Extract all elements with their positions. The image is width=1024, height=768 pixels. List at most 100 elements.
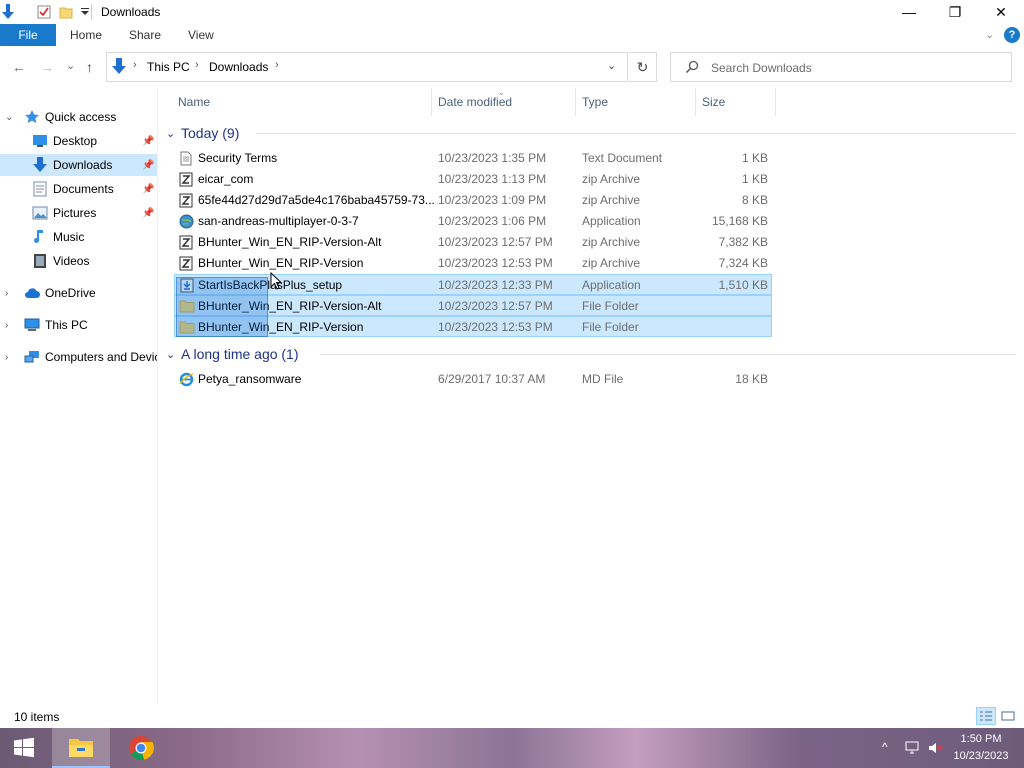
details-view-icon[interactable] (976, 707, 996, 725)
tab-file[interactable]: File (0, 24, 56, 46)
sidebar-item-documents[interactable]: Documents 📌 (0, 178, 157, 200)
sidebar-item-label: Documents (53, 182, 114, 196)
system-clock[interactable]: 1:50 PM 10/23/2023 (948, 731, 1014, 765)
file-date: 6/29/2017 10:37 AM (438, 372, 546, 386)
text-file-icon (178, 150, 194, 166)
sidebar-item-quick-access[interactable]: ⌄ Quick access (0, 106, 157, 128)
clock-time: 1:50 PM (960, 733, 1002, 745)
maximize-button[interactable]: ❐ (932, 0, 978, 24)
up-button[interactable]: ↑ (86, 59, 93, 75)
mouse-cursor-icon (270, 272, 282, 290)
sidebar-item-downloads[interactable]: Downloads 📌 (0, 154, 157, 176)
windows-start-icon[interactable] (0, 728, 48, 768)
refresh-button[interactable]: ↻ (629, 52, 657, 82)
title-bar: Downloads — ❐ ✕ (0, 0, 1024, 24)
file-name: Petya_ransomware (198, 372, 302, 386)
pin-icon: 📌 (142, 183, 155, 195)
table-row[interactable]: Security Terms 10/23/2023 1:35 PM Text D… (174, 148, 772, 169)
properties-icon[interactable] (36, 4, 52, 20)
customize-toolbar-icon[interactable] (80, 4, 90, 20)
sidebar-item-desktop[interactable]: Desktop 📌 (0, 130, 157, 152)
recent-locations-button[interactable]: ⌄ (66, 59, 75, 72)
collapse-chevron-icon[interactable]: ⌄ (5, 112, 13, 123)
sidebar-item-label: This PC (45, 318, 88, 332)
sidebar-item-pictures[interactable]: Pictures 📌 (0, 202, 157, 224)
pin-icon: 📌 (142, 135, 155, 147)
address-bar[interactable]: › This PC › Downloads › ⌄ (106, 52, 628, 82)
show-hidden-icons-button[interactable]: ^ (882, 740, 888, 754)
window-title: Downloads (101, 5, 161, 19)
network-icon (24, 349, 40, 365)
column-header-date-modified[interactable]: Date modified (432, 88, 576, 116)
chrome-taskbar-icon[interactable] (112, 728, 170, 768)
column-header-name[interactable]: Name (172, 88, 432, 116)
table-row[interactable]: 65fe44d27d29d7a5de4c176baba45759-73... 1… (174, 190, 772, 211)
table-row[interactable]: san-andreas-multiplayer-0-3-7 10/23/2023… (174, 211, 772, 232)
expand-chevron-icon[interactable]: › (5, 320, 8, 331)
breadcrumb-separator[interactable]: › (195, 59, 199, 71)
network-status-icon[interactable] (904, 741, 920, 758)
sidebar-item-computers-and-devices[interactable]: › Computers and Devices (0, 346, 157, 368)
table-row[interactable]: eicar_com 10/23/2023 1:13 PM zip Archive… (174, 169, 772, 190)
sidebar-item-videos[interactable]: Videos (0, 250, 157, 272)
pin-icon: 📌 (142, 207, 155, 219)
file-list: Name ⌄ Date modified Type Size ⌄ Today (… (160, 88, 1024, 704)
file-size: 1 KB (741, 151, 768, 165)
expand-chevron-icon[interactable]: › (5, 352, 8, 363)
expand-chevron-icon[interactable]: › (5, 288, 8, 299)
file-type: zip Archive (582, 193, 641, 207)
sidebar-item-music[interactable]: Music (0, 226, 157, 248)
tab-view[interactable]: View (188, 28, 214, 42)
sidebar-item-this-pc[interactable]: › This PC (0, 314, 157, 336)
downloads-icon (32, 157, 48, 173)
group-header-long-ago[interactable]: ⌄ A long time ago (1) (160, 343, 1016, 365)
new-folder-icon[interactable] (58, 4, 74, 20)
clock-date: 10/23/2023 (953, 750, 1009, 762)
zip-file-icon (178, 255, 194, 271)
sidebar-item-onedrive[interactable]: › OneDrive (0, 282, 157, 304)
collapse-chevron-icon[interactable]: ⌄ (166, 348, 175, 361)
address-dropdown-icon[interactable]: ⌄ (607, 59, 616, 72)
file-type: zip Archive (582, 235, 641, 249)
back-button[interactable]: ← (12, 59, 26, 75)
file-date: 10/23/2023 12:33 PM (438, 278, 553, 292)
tab-share[interactable]: Share (129, 28, 161, 42)
table-row[interactable]: BHunter_Win_EN_RIP-Version-Alt 10/23/202… (174, 232, 772, 253)
file-type: zip Archive (582, 256, 641, 270)
pin-icon: 📌 (142, 159, 155, 171)
file-type: File Folder (582, 320, 639, 334)
close-button[interactable]: ✕ (978, 0, 1024, 24)
videos-icon (32, 253, 48, 269)
expand-ribbon-icon[interactable]: ⌄ (985, 28, 994, 41)
file-type: zip Archive (582, 172, 641, 186)
group-title: A long time ago (1) (181, 346, 299, 362)
breadcrumb-this-pc[interactable]: This PC (147, 60, 190, 74)
file-type: MD File (582, 372, 624, 386)
file-name: 65fe44d27d29d7a5de4c176baba45759-73... (198, 193, 435, 207)
file-date: 10/23/2023 12:53 PM (438, 320, 553, 334)
group-header-today[interactable]: ⌄ Today (9) (160, 122, 1016, 144)
breadcrumb-separator[interactable]: › (133, 59, 137, 71)
zip-file-icon (178, 192, 194, 208)
search-input[interactable]: Search Downloads (711, 61, 812, 75)
breadcrumb-downloads[interactable]: Downloads (209, 60, 268, 74)
navigation-pane: ⌄ Quick access Desktop 📌 Downloads 📌 Doc… (0, 88, 158, 704)
column-header-type[interactable]: Type (576, 88, 696, 116)
downloads-arrow-icon (0, 4, 16, 20)
minimize-button[interactable]: — (886, 0, 932, 24)
help-icon[interactable]: ? (1004, 27, 1020, 43)
file-name: BHunter_Win_EN_RIP-Version-Alt (198, 235, 382, 249)
breadcrumb-separator[interactable]: › (275, 59, 279, 71)
large-icons-view-icon[interactable] (998, 707, 1018, 725)
tab-home[interactable]: Home (70, 28, 102, 42)
table-row[interactable]: BHunter_Win_EN_RIP-Version 10/23/2023 12… (174, 253, 772, 274)
file-type: Text Document (582, 151, 663, 165)
file-explorer-taskbar-icon[interactable] (52, 728, 110, 768)
search-box[interactable]: Search Downloads (670, 52, 1012, 82)
volume-muted-icon[interactable] (928, 741, 944, 758)
collapse-chevron-icon[interactable]: ⌄ (166, 127, 175, 140)
forward-button[interactable]: → (40, 59, 54, 75)
group-divider (256, 133, 1016, 134)
table-row[interactable]: Petya_ransomware 6/29/2017 10:37 AM MD F… (174, 369, 772, 390)
column-header-size[interactable]: Size (696, 88, 776, 116)
